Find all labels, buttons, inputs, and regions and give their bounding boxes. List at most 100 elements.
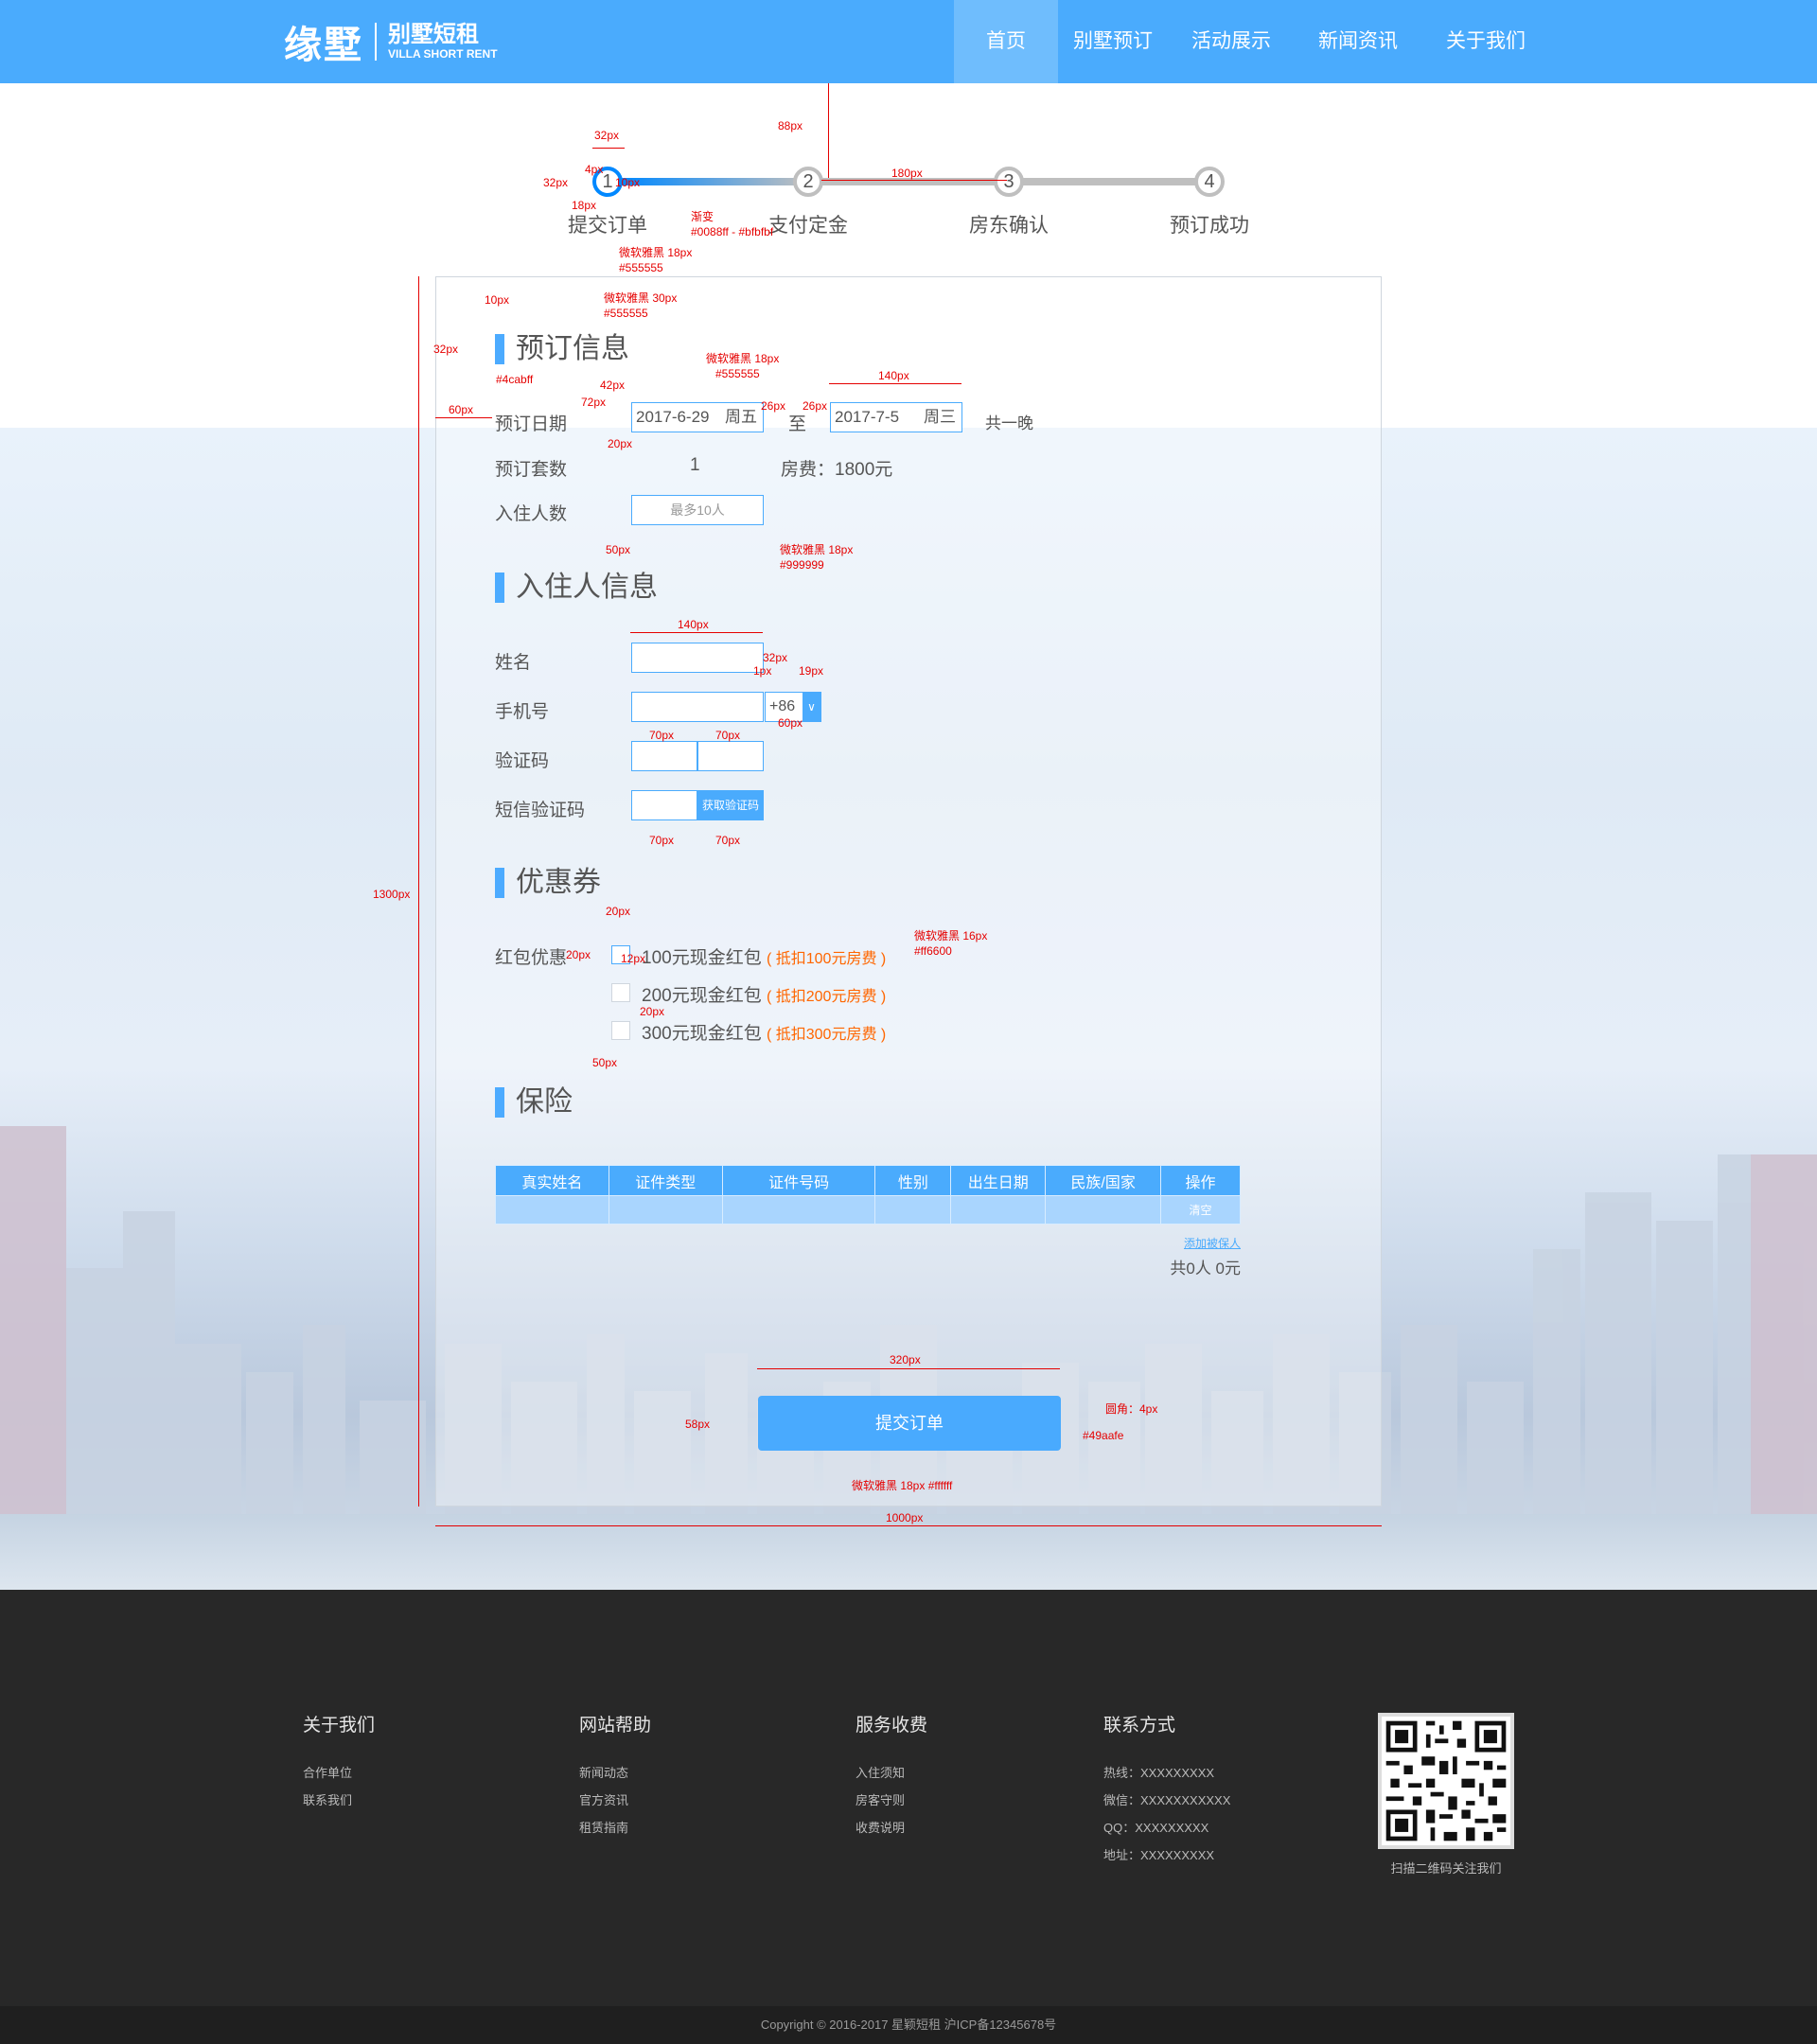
ann-gradient-label: 渐变 — [691, 210, 714, 223]
ann-32px-c: 32px — [763, 651, 788, 664]
coupon-300-text: 300元现金红包 — [642, 1024, 762, 1044]
clear-row-button[interactable]: 清空 — [1160, 1195, 1241, 1225]
cell-real-name[interactable] — [495, 1195, 609, 1225]
footer-hotline: 热线：XXXXXXXXX — [1103, 1766, 1215, 1780]
sets-value: 1 — [690, 455, 700, 475]
get-sms-code-button[interactable]: 获取验证码 — [697, 790, 764, 820]
end-date-input[interactable]: 2017-7-5 周三 — [830, 402, 962, 432]
ann-label-font: 微软雅黑 18px — [706, 352, 780, 365]
booking-form-panel: 预订信息 预订日期 2017-6-29 周五 至 2017-7-5 周三 共一晚… — [435, 276, 1382, 1507]
step-3-label: 房东确认 — [969, 215, 1049, 237]
ann-58px: 58px — [685, 1418, 711, 1431]
ann-button-color: #49aafe — [1083, 1429, 1124, 1442]
cell-id-number[interactable] — [721, 1195, 876, 1225]
ann-coupon-color: #ff6600 — [914, 944, 952, 958]
ann-70px-3: 70px — [649, 834, 675, 847]
cell-id-type[interactable] — [608, 1195, 723, 1225]
ann-26px-1: 26px — [761, 399, 786, 413]
start-date-input[interactable]: 2017-6-29 周五 — [631, 402, 764, 432]
ann-32px-b: 32px — [433, 343, 459, 356]
ann-180px: 180px — [891, 167, 923, 180]
ann-20px-c: 20px — [566, 948, 591, 961]
ann-32px-top: 32px — [594, 129, 620, 142]
ann-line-88 — [828, 83, 829, 178]
footer-col-contact: 联系方式 热线：XXXXXXXXX 微信：XXXXXXXXXXX QQ：XXXX… — [1103, 1711, 1230, 1869]
footer-link-checkin[interactable]: 入住须知 — [856, 1759, 927, 1787]
coupon-200-option[interactable]: 200元现金红包 ( 抵扣200元房费 ) — [642, 981, 886, 1007]
coupon-100-text: 100元现金红包 — [642, 948, 762, 968]
copyright-bar: Copyright © 2016-2017 星颖短租 沪ICP备12345678… — [0, 2006, 1817, 2044]
end-date-value: 2017-7-5 — [835, 408, 900, 426]
phone-input[interactable] — [631, 692, 764, 722]
footer-link-rules[interactable]: 房客守则 — [856, 1787, 927, 1814]
ann-gradient-value: #0088ff - #bfbfbf — [691, 225, 774, 238]
footer-col-help: 网站帮助 新闻动态 官方资讯 租赁指南 — [579, 1711, 651, 1841]
qr-code-image — [1378, 1713, 1514, 1849]
ann-placeholder-color: #999999 — [780, 558, 824, 572]
ann-20px-b: 20px — [606, 905, 631, 918]
cell-birth-date[interactable] — [950, 1195, 1047, 1225]
captcha-label: 验证码 — [495, 751, 550, 771]
end-dow: 周三 — [924, 408, 956, 426]
ann-step-color: #555555 — [619, 261, 663, 274]
ann-radius: 圆角：4px — [1105, 1402, 1158, 1416]
ann-50px: 50px — [606, 543, 631, 556]
nights-text: 共一晚 — [985, 414, 1033, 432]
ann-12px: 12px — [621, 952, 646, 965]
col-nationality: 民族/国家 — [1045, 1165, 1162, 1196]
footer-link-guide[interactable]: 租赁指南 — [579, 1814, 651, 1841]
ann-20px-d: 20px — [640, 1005, 665, 1018]
footer-link-fees[interactable]: 收费说明 — [856, 1814, 927, 1841]
step-2-circle: 2 — [793, 167, 823, 197]
ann-70px-4: 70px — [715, 834, 741, 847]
ann-label-color: #555555 — [715, 367, 760, 380]
chevron-down-icon[interactable]: ∨ — [803, 693, 820, 721]
footer-col-title: 网站帮助 — [579, 1716, 652, 1736]
coupon-200-note: ( 抵扣200元房费 ) — [766, 989, 887, 1005]
footer-link-contact[interactable]: 联系我们 — [303, 1787, 375, 1814]
ann-title-font: 微软雅黑 30px — [604, 291, 678, 305]
ann-60px-b: 60px — [778, 716, 803, 730]
ann-line-320 — [757, 1368, 1060, 1369]
ann-line-140-b — [630, 632, 763, 633]
coupon-200-checkbox[interactable] — [611, 983, 630, 1002]
ann-140px-b: 140px — [678, 618, 709, 631]
step-4-circle: 4 — [1194, 167, 1225, 197]
qr-code-icon — [1382, 1717, 1510, 1845]
coupon-300-checkbox[interactable] — [611, 1021, 630, 1040]
footer-link-news[interactable]: 新闻动态 — [579, 1759, 651, 1787]
footer-qq: QQ：XXXXXXXXX — [1103, 1821, 1209, 1835]
coupon-300-option[interactable]: 300元现金红包 ( 抵扣300元房费 ) — [642, 1019, 886, 1045]
col-action: 操作 — [1160, 1165, 1241, 1196]
date-label: 预订日期 — [495, 414, 568, 434]
coupon-100-option[interactable]: 100元现金红包 ( 抵扣100元房费 ) — [642, 943, 886, 969]
cell-gender[interactable] — [874, 1195, 952, 1225]
ann-coupon-font: 微软雅黑 16px — [914, 929, 988, 943]
name-input[interactable] — [631, 643, 764, 673]
captcha-image[interactable] — [697, 741, 764, 771]
ann-10px: 10px — [615, 176, 641, 189]
table-header-row: 真实姓名 证件类型 证件号码 性别 出生日期 民族/国家 操作 — [495, 1165, 1241, 1196]
insured-table: 真实姓名 证件类型 证件号码 性别 出生日期 民族/国家 操作 清空 — [495, 1165, 1241, 1225]
sms-code-input[interactable] — [631, 790, 697, 820]
section-title-insurance: 保险 — [495, 1087, 573, 1118]
footer-link-partners[interactable]: 合作单位 — [303, 1759, 375, 1787]
cell-nationality[interactable] — [1045, 1195, 1162, 1225]
col-birth-date: 出生日期 — [950, 1165, 1047, 1196]
footer-col-title: 关于我们 — [303, 1716, 376, 1736]
insurance-total: 共0人 0元 — [1170, 1260, 1241, 1278]
col-id-number: 证件号码 — [721, 1165, 876, 1196]
date-to-text: 至 — [788, 414, 807, 434]
section-title-guest: 入住人信息 — [495, 573, 658, 603]
sms-code-label: 短信验证码 — [495, 801, 586, 820]
ann-70px-2: 70px — [715, 729, 741, 742]
captcha-input[interactable] — [631, 741, 697, 771]
ann-placeholder-font: 微软雅黑 18px — [780, 543, 854, 556]
guests-count-input[interactable]: 最多10人 — [631, 495, 764, 525]
ann-line-60 — [435, 417, 492, 418]
add-insured-link[interactable]: 添加被保人 — [1184, 1235, 1241, 1251]
submit-order-button[interactable]: 提交订单 — [758, 1396, 1061, 1451]
ann-button-font: 微软雅黑 18px #ffffff — [852, 1479, 953, 1492]
ann-line-140 — [829, 383, 961, 384]
footer-link-official[interactable]: 官方资讯 — [579, 1787, 651, 1814]
